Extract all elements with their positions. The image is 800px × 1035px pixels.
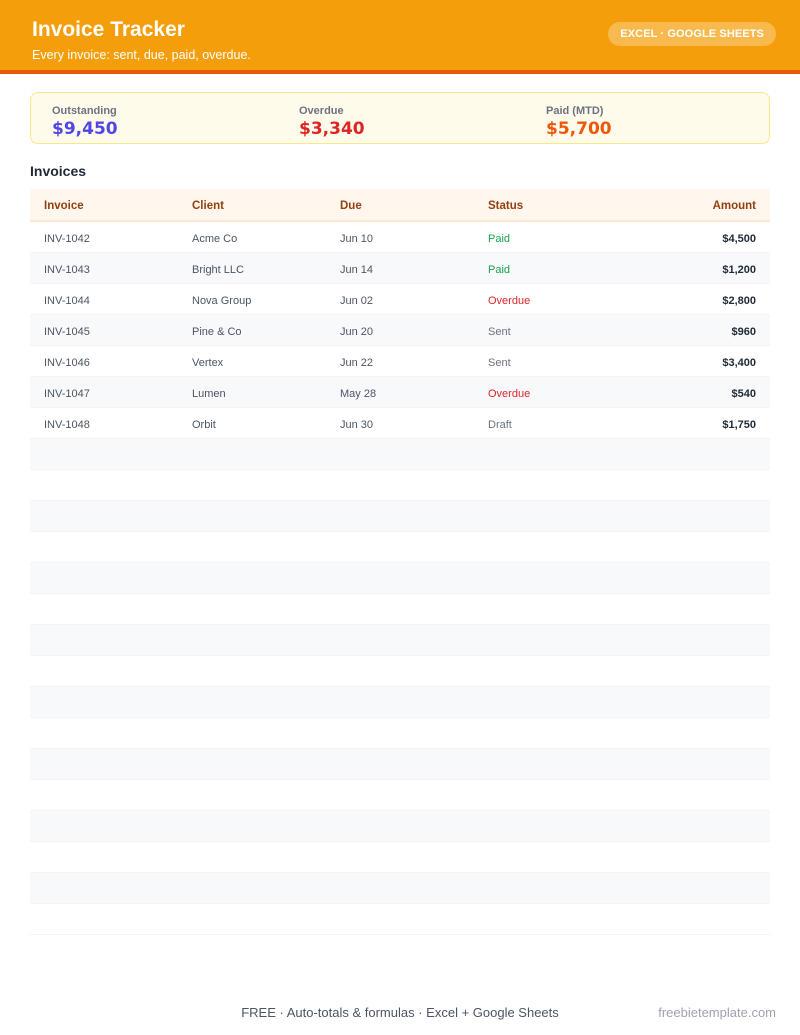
table-row[interactable]: INV-1043 Bright LLC Jun 14 Paid $1,200 [30, 253, 770, 284]
empty-table-row[interactable] [30, 532, 770, 563]
client-cell: Orbit [192, 419, 216, 431]
due-cell: May 28 [340, 388, 377, 400]
stat-value: $3,340 [299, 119, 365, 139]
status-cell: Paid [488, 233, 511, 245]
due-cell: Jun 30 [340, 419, 374, 431]
table-row[interactable]: INV-1042 Acme Co Jun 10 Paid $4,500 [30, 222, 770, 253]
stat-value: $9,450 [52, 119, 118, 139]
empty-table-row[interactable] [30, 687, 770, 718]
status-cell: Sent [488, 357, 511, 369]
invoice-table: Invoice Client Due Status Amount INV-104… [30, 189, 770, 935]
client-cell: Lumen [192, 388, 226, 400]
due-cell: Jun 10 [340, 233, 374, 245]
amount-cell: $3,400 [722, 357, 756, 369]
empty-table-row[interactable] [30, 780, 770, 811]
footer-brand-link[interactable]: freebietemplate.com [658, 1005, 776, 1020]
amount-cell: $540 [731, 388, 756, 400]
client-cell: Vertex [192, 357, 224, 369]
client-cell: Bright LLC [192, 264, 244, 276]
header-bar: Invoice Tracker Every invoice: sent, due… [0, 0, 800, 70]
due-cell: Jun 14 [340, 264, 374, 276]
amount-cell: $960 [731, 326, 756, 338]
empty-table-row[interactable] [30, 749, 770, 780]
column-header-amount[interactable]: Amount [713, 200, 756, 212]
empty-table-row[interactable] [30, 656, 770, 687]
stat-outstanding: Outstanding $9,450 [52, 105, 118, 139]
empty-table-row[interactable] [30, 594, 770, 625]
table-row[interactable]: INV-1046 Vertex Jun 22 Sent $3,400 [30, 346, 770, 377]
invoice-cell: INV-1045 [44, 326, 90, 338]
invoice-cell: INV-1048 [44, 419, 90, 431]
status-cell: Paid [488, 264, 511, 276]
amount-cell: $4,500 [722, 233, 756, 245]
invoice-cell: INV-1044 [44, 295, 90, 307]
column-header-invoice[interactable]: Invoice [44, 200, 84, 212]
client-cell: Nova Group [192, 295, 252, 307]
stat-paid-mtd: Paid (MTD) $5,700 [546, 105, 612, 139]
due-cell: Jun 22 [340, 357, 374, 369]
empty-table-row[interactable] [30, 563, 770, 594]
platform-badge: EXCEL · GOOGLE SHEETS [608, 22, 776, 46]
page-subtitle: Every invoice: sent, due, paid, overdue. [32, 48, 251, 62]
summary-card: Outstanding $9,450 Overdue $3,340 Paid (… [30, 92, 770, 144]
table-header: Invoice Client Due Status Amount [30, 189, 770, 222]
empty-table-row[interactable] [30, 470, 770, 501]
empty-table-row[interactable] [30, 811, 770, 842]
section-title: Invoices [30, 163, 87, 179]
column-header-due[interactable]: Due [340, 200, 362, 212]
status-cell: Overdue [488, 388, 531, 400]
invoice-cell: INV-1047 [44, 388, 90, 400]
empty-table-row[interactable] [30, 718, 770, 749]
status-cell: Draft [488, 419, 512, 431]
invoice-cell: INV-1046 [44, 357, 90, 369]
invoice-cell: INV-1043 [44, 264, 90, 276]
table-row[interactable]: INV-1048 Orbit Jun 30 Draft $1,750 [30, 408, 770, 439]
empty-table-row[interactable] [30, 501, 770, 532]
status-cell: Sent [488, 326, 511, 338]
client-cell: Pine & Co [192, 326, 242, 338]
stat-value: $5,700 [546, 119, 612, 139]
table-row[interactable]: INV-1044 Nova Group Jun 02 Overdue $2,800 [30, 284, 770, 315]
stat-label: Paid (MTD) [546, 105, 604, 117]
amount-cell: $1,750 [722, 419, 756, 431]
column-header-status[interactable]: Status [488, 200, 523, 212]
due-cell: Jun 02 [340, 295, 374, 307]
table-row[interactable]: INV-1047 Lumen May 28 Overdue $540 [30, 377, 770, 408]
status-cell: Overdue [488, 295, 531, 307]
empty-table-row[interactable] [30, 439, 770, 470]
amount-cell: $1,200 [722, 264, 756, 276]
table-row[interactable]: INV-1045 Pine & Co Jun 20 Sent $960 [30, 315, 770, 346]
header-stripe [0, 70, 800, 74]
column-header-client[interactable]: Client [192, 200, 224, 212]
stat-overdue: Overdue $3,340 [299, 105, 365, 139]
empty-table-row[interactable] [30, 904, 770, 935]
client-cell: Acme Co [192, 233, 238, 245]
empty-table-row[interactable] [30, 842, 770, 873]
empty-table-row[interactable] [30, 625, 770, 656]
table-body: INV-1042 Acme Co Jun 10 Paid $4,500 INV-1043 B… [30, 222, 770, 935]
empty-table-row[interactable] [30, 873, 770, 904]
invoice-cell: INV-1042 [44, 233, 90, 245]
page-title: Invoice Tracker [32, 18, 185, 41]
amount-cell: $2,800 [722, 295, 756, 307]
stat-label: Outstanding [52, 105, 117, 117]
stat-label: Overdue [299, 105, 344, 117]
due-cell: Jun 20 [340, 326, 374, 338]
